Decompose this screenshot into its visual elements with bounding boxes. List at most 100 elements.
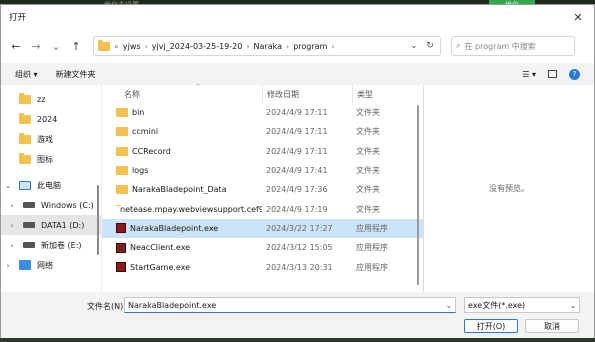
file-type-cell: 应用程序 bbox=[356, 243, 388, 253]
chevron-down-icon[interactable]: ⌄ bbox=[443, 301, 455, 310]
sidebar-item-label: DATA1 (D:) bbox=[41, 220, 85, 230]
file-name-cell[interactable]: netease.mpay.webviewsupport.cef90... bbox=[102, 204, 262, 214]
search-box[interactable]: ⌕ 在 program 中搜索 bbox=[451, 36, 575, 56]
breadcrumb-separator: › bbox=[246, 41, 250, 51]
breadcrumb-item[interactable]: Naraka bbox=[254, 42, 282, 51]
chevron-right-icon[interactable]: › bbox=[5, 241, 19, 250]
dialog-footer: 文件名(N): NarakaBladepoint.exe ⌄ exe文件(*.e… bbox=[1, 292, 594, 338]
file-type-cell: 文件夹 bbox=[356, 185, 380, 195]
filename-input[interactable]: NarakaBladepoint.exe ⌄ bbox=[124, 297, 456, 313]
file-name-cell[interactable]: bin bbox=[102, 108, 262, 118]
sidebar-item-label: 图标 bbox=[37, 154, 53, 164]
sidebar-item-drive[interactable]: › Windows (C:) bbox=[1, 195, 101, 215]
sidebar-item-folder[interactable]: 游戏 bbox=[1, 129, 101, 149]
back-button[interactable]: ← bbox=[7, 37, 25, 55]
sidebar-item-folder[interactable]: 图标 bbox=[1, 149, 101, 169]
open-button[interactable]: 打开(O) bbox=[464, 319, 518, 333]
organize-menu[interactable]: 组织 ▾ bbox=[15, 69, 38, 80]
file-name: CCRecord bbox=[132, 146, 171, 156]
file-list-scrollbar[interactable] bbox=[417, 105, 419, 285]
file-row[interactable]: CCRecord 2024/4/9 17:11 文件夹 bbox=[102, 142, 423, 161]
file-type-value: exe文件(*.exe) bbox=[468, 300, 526, 310]
file-name-cell[interactable]: NarakaBladepoint.exe bbox=[102, 223, 262, 234]
file-name-cell[interactable]: StartGame.exe bbox=[102, 262, 262, 273]
file-type-cell: 应用程序 bbox=[356, 223, 388, 233]
sidebar-item-drive[interactable]: › DATA1 (D:) bbox=[1, 215, 101, 235]
recent-locations-button[interactable]: ⌄ bbox=[47, 37, 65, 55]
folder-icon bbox=[116, 185, 128, 195]
file-date-cell: 2024/3/12 15:05 bbox=[266, 243, 333, 253]
file-date-cell: 2024/4/9 17:11 bbox=[266, 127, 328, 137]
file-row[interactable]: StartGame.exe 2024/3/13 20:31 应用程序 bbox=[102, 257, 423, 276]
cancel-button[interactable]: 取消 bbox=[525, 319, 579, 333]
chevron-right-icon[interactable]: › bbox=[5, 221, 19, 230]
file-name: StartGame.exe bbox=[130, 262, 191, 272]
search-placeholder: 在 program 中搜索 bbox=[464, 41, 536, 51]
breadcrumb-item[interactable]: yjvj_2024-03-25-19-20 bbox=[152, 42, 243, 51]
breadcrumb-separator: › bbox=[331, 41, 335, 51]
file-name-cell[interactable]: NeacClient.exe bbox=[102, 242, 262, 253]
sidebar-item-this-pc[interactable]: ⌄ 此电脑 bbox=[1, 175, 101, 195]
navigation-bar: ← → ⌄ ↑ « yjws › yjvj_2024-03-25-19-20 ›… bbox=[1, 29, 594, 63]
file-name: NarakaBladepoint.exe bbox=[130, 223, 219, 233]
sidebar-item-label: 网络 bbox=[37, 260, 53, 270]
folder-icon bbox=[116, 166, 128, 176]
file-name-cell[interactable]: ccmini bbox=[102, 127, 262, 137]
address-dropdown-icon[interactable]: ⌄ bbox=[408, 41, 420, 51]
chevron-right-icon[interactable]: › bbox=[1, 261, 15, 270]
sidebar-item-folder[interactable]: zz bbox=[1, 89, 101, 109]
chevron-right-icon[interactable]: › bbox=[5, 201, 19, 210]
file-row[interactable]: NarakaBladepoint_Data 2024/4/9 17:36 文件夹 bbox=[102, 180, 423, 199]
breadcrumb-item[interactable]: yjws bbox=[123, 42, 141, 51]
close-button[interactable]: ✕ bbox=[562, 5, 594, 29]
file-row[interactable]: NeacClient.exe 2024/3/12 15:05 应用程序 bbox=[102, 238, 423, 257]
file-name: NeacClient.exe bbox=[130, 243, 191, 253]
help-icon[interactable]: ? bbox=[569, 68, 580, 80]
column-header-type[interactable]: 类型 bbox=[352, 85, 412, 103]
column-header-name[interactable]: 名称 bbox=[102, 85, 262, 103]
up-button[interactable]: ↑ bbox=[67, 37, 85, 55]
file-row[interactable]: bin 2024/4/9 17:11 文件夹 bbox=[102, 103, 423, 122]
breadcrumb-item[interactable]: program bbox=[293, 42, 327, 51]
chevron-down-icon[interactable]: ⌄ bbox=[1, 181, 15, 190]
file-type-filter[interactable]: exe文件(*.exe) ⌄ bbox=[464, 297, 580, 313]
file-type-cell: 文件夹 bbox=[356, 204, 380, 214]
file-name-cell[interactable]: NarakaBladepoint_Data bbox=[102, 185, 262, 195]
sidebar-scrollbar[interactable] bbox=[97, 185, 99, 255]
file-name-cell[interactable]: CCRecord bbox=[102, 146, 262, 156]
sidebar-item-folder[interactable]: 2024 bbox=[1, 109, 101, 129]
folder-icon bbox=[116, 146, 128, 156]
application-icon bbox=[116, 242, 126, 253]
command-toolbar: 组织 ▾ 新建文件夹 ☰ ▾ ? bbox=[1, 63, 594, 85]
breadcrumb-separator: › bbox=[144, 41, 148, 51]
sidebar-item-label: 2024 bbox=[37, 114, 58, 124]
drive-icon bbox=[23, 222, 35, 228]
new-folder-button[interactable]: 新建文件夹 bbox=[56, 69, 96, 80]
forward-button[interactable]: → bbox=[27, 37, 45, 55]
file-row[interactable]: logs 2024/4/9 17:41 文件夹 bbox=[102, 161, 423, 180]
sidebar-item-drive[interactable]: › 新加卷 (E:) bbox=[1, 235, 101, 255]
file-row[interactable]: ccmini 2024/4/9 17:11 文件夹 bbox=[102, 122, 423, 141]
sort-indicator-icon: ^ bbox=[195, 83, 201, 91]
file-name-cell[interactable]: logs bbox=[102, 166, 262, 176]
folder-icon bbox=[19, 92, 31, 104]
main-content: zz 2024 游戏 图标 ⌄ 此电脑 › Windows (C:) › DAT… bbox=[1, 83, 594, 292]
chevron-down-icon[interactable]: ⌄ bbox=[567, 301, 579, 310]
sidebar-item-label: 此电脑 bbox=[37, 180, 61, 190]
folder-icon bbox=[116, 127, 128, 137]
drive-icon bbox=[23, 242, 35, 248]
refresh-icon[interactable]: ↻ bbox=[424, 41, 436, 51]
view-options-icon[interactable]: ☰ ▾ bbox=[522, 70, 536, 79]
address-bar[interactable]: « yjws › yjvj_2024-03-25-19-20 › Naraka … bbox=[93, 36, 441, 56]
file-type-cell: 文件夹 bbox=[356, 127, 380, 137]
sidebar-item-network[interactable]: › 网络 bbox=[1, 255, 101, 275]
drive-icon bbox=[23, 202, 35, 208]
filename-value[interactable]: NarakaBladepoint.exe bbox=[128, 301, 216, 310]
no-preview-text: 没有预览。 bbox=[489, 184, 529, 193]
preview-pane-icon[interactable] bbox=[548, 70, 557, 78]
breadcrumb-overflow[interactable]: « bbox=[114, 42, 119, 51]
column-header-date[interactable]: 修改日期 bbox=[262, 85, 352, 103]
file-name: NarakaBladepoint_Data bbox=[132, 185, 227, 195]
file-row[interactable]: netease.mpay.webviewsupport.cef90... 2024… bbox=[102, 199, 423, 218]
dialog-title: 打开 bbox=[9, 13, 27, 23]
